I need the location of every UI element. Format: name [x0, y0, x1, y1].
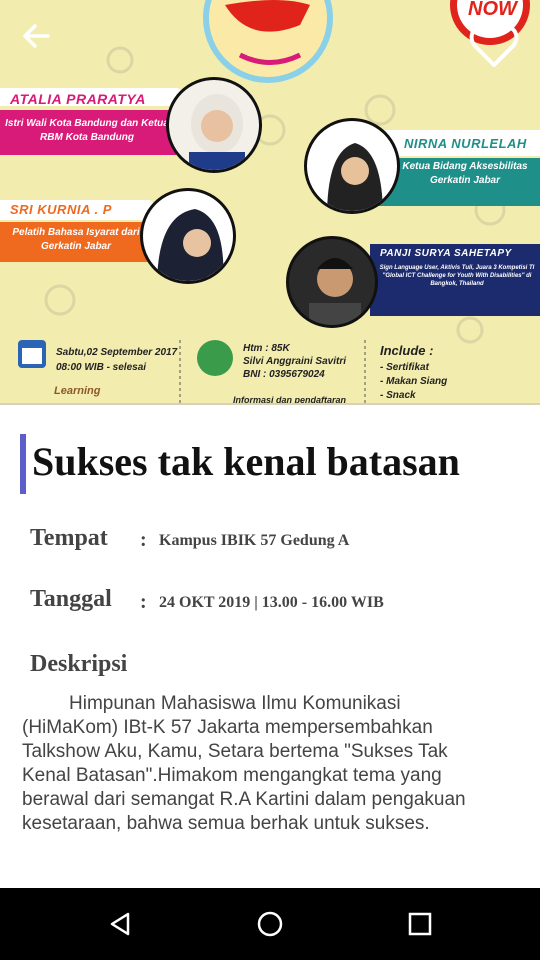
nav-back-button[interactable]: [80, 888, 160, 960]
poster-ticket-line1: Htm : 85K: [243, 343, 290, 354]
circle-home-icon: [257, 911, 283, 937]
speaker-1-role: Istri Wali Kota Bandung dan Ketua RBM Ko…: [5, 118, 169, 143]
arrow-left-icon: [23, 24, 50, 48]
nav-recents-button[interactable]: [380, 888, 460, 960]
speaker-4-name: PANJI SURYA SAHETAPY: [380, 248, 512, 259]
back-button[interactable]: [6, 6, 66, 66]
title-accent-bar: [20, 434, 26, 494]
date-label: Tanggal: [30, 586, 112, 612]
poster-schedule-line1: Sabtu,02 September 2017: [56, 347, 178, 358]
poster-schedule-line2: 08:00 WIB - selesai: [56, 362, 147, 373]
date-value: 24 OKT 2019 | 13.00 - 16.00 WIB: [159, 594, 384, 611]
poster-include-title: Include :: [380, 343, 434, 358]
speaker-1-name: ATALIA PRARATYA: [10, 91, 146, 107]
heart-outline-icon: [469, 24, 519, 67]
nav-home-button[interactable]: [230, 888, 310, 960]
poster-footer-info: Informasi dan pendaftaran: [233, 395, 347, 405]
speaker-3-role: Pelatih Bahasa Isyarat dari Gerkatin Jab…: [12, 227, 140, 252]
event-title: Sukses tak kenal batasan: [32, 439, 460, 484]
speaker-2-role: Ketua Bidang Aksesbilitas Gerkatin Jabar: [402, 161, 528, 186]
description-text: Himpunan Mahasiswa Ilmu Komunikasi (HiMa…: [22, 693, 466, 834]
speaker-3-name: SRI KURNIA . P: [10, 202, 112, 217]
favorite-button[interactable]: [464, 16, 524, 76]
speaker-2-photo: [304, 118, 400, 214]
poster-include-item-1: - Sertifikat: [380, 362, 429, 373]
event-title-block: Sukses tak kenal batasan: [20, 432, 520, 494]
poster-ticket-line3: BNI : 0395679024: [243, 369, 325, 380]
poster-include-item-3: - Snack: [380, 390, 416, 401]
system-navigation-bar: [0, 888, 540, 960]
speaker-3-photo: [140, 188, 236, 284]
speaker-4-role: Sign Language User, Aktivis Tuli, Juara …: [379, 265, 535, 288]
triangle-back-icon: [110, 912, 130, 936]
event-poster: NOW ATALIA PRARATYA Istri Wali Kota Band…: [0, 0, 540, 405]
speaker-1-photo: [166, 77, 262, 173]
description-label: Deskripsi: [30, 651, 128, 677]
poster-learning: Learning: [54, 385, 101, 397]
square-recents-icon: [408, 912, 432, 936]
place-colon: :: [140, 529, 147, 551]
date-colon: :: [140, 591, 147, 613]
speaker-2-name: NIRNA NURLELAH: [404, 136, 527, 151]
poster-ticket-line2: Silvi Anggraini Savitri: [243, 356, 346, 367]
speaker-4-photo: [286, 236, 378, 328]
poster-include-item-2: - Makan Siang: [380, 376, 448, 387]
place-value: Kampus IBIK 57 Gedung A: [159, 532, 350, 549]
place-label: Tempat: [30, 525, 108, 551]
